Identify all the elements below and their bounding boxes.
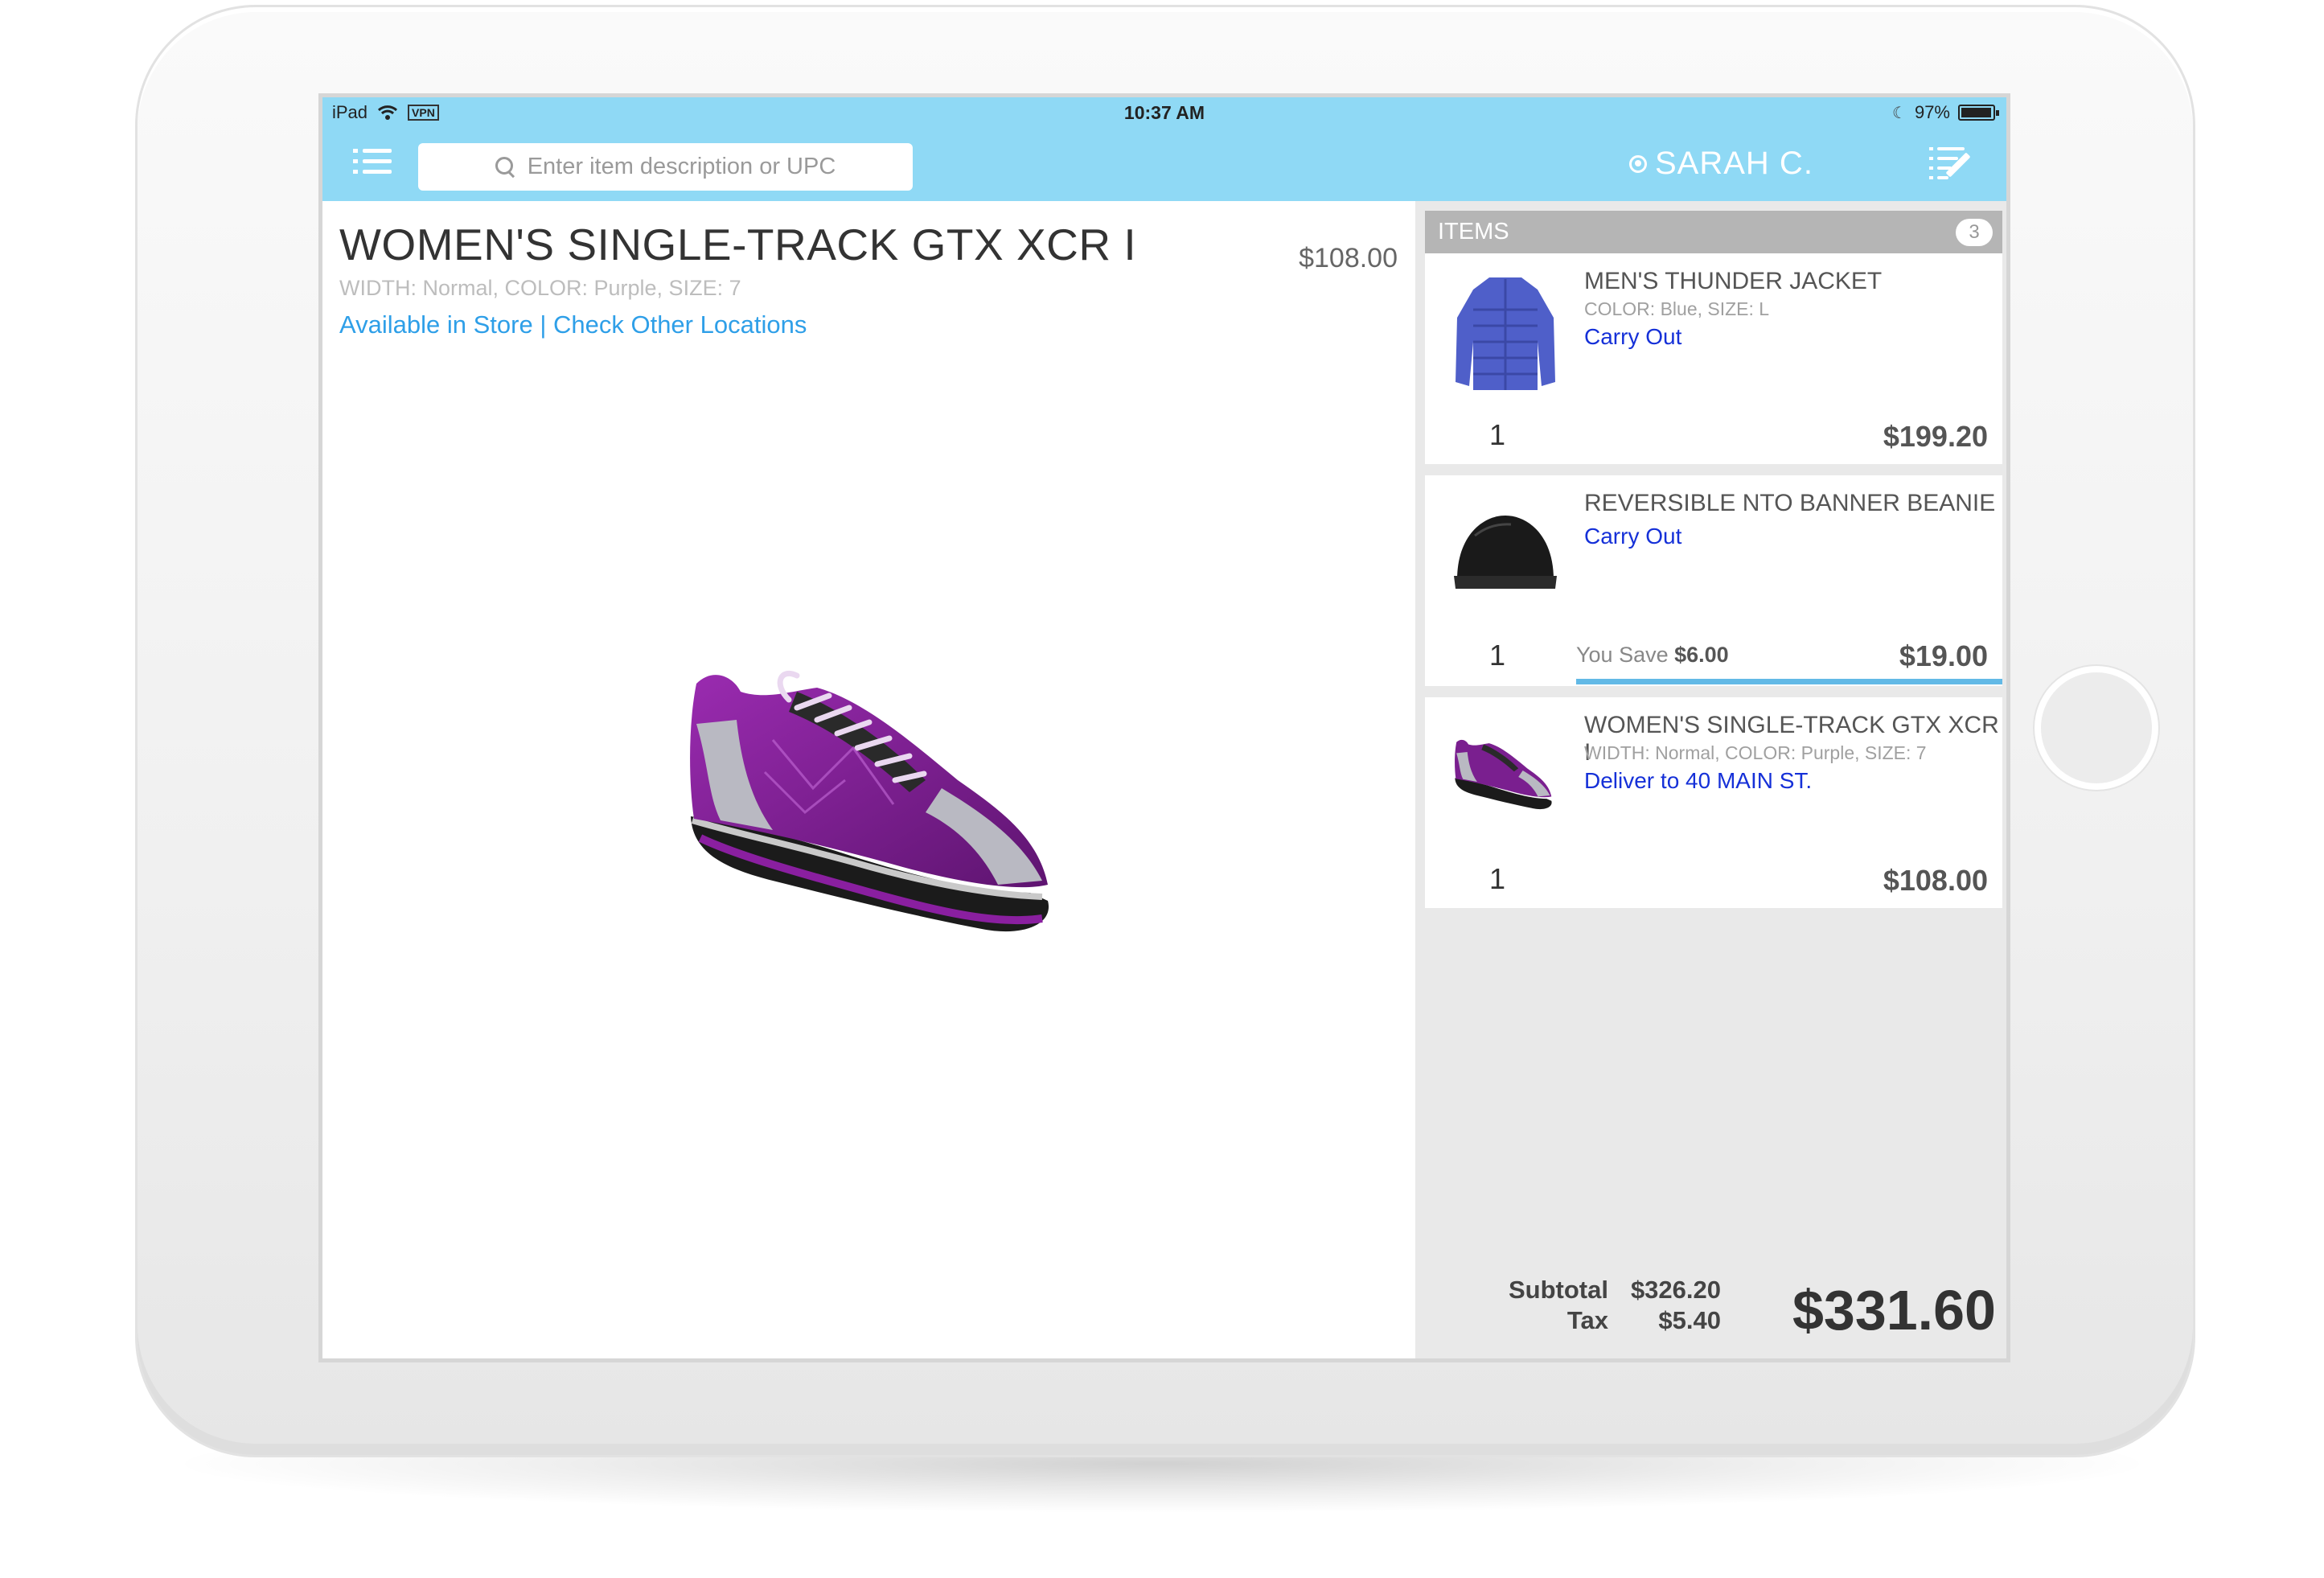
savings-label: You Save bbox=[1576, 643, 1669, 667]
status-bar: iPad VPN 10:37 AM ☾ 97% bbox=[322, 97, 2006, 126]
user-name: SARAH C. bbox=[1655, 146, 1813, 181]
cart-item-fulfillment[interactable]: Carry Out bbox=[1584, 524, 1681, 549]
menu-icon[interactable] bbox=[353, 146, 392, 178]
cart-item-qty[interactable]: 1 bbox=[1489, 418, 1505, 452]
cart-item-qty[interactable]: 1 bbox=[1489, 639, 1505, 672]
search-icon bbox=[495, 156, 516, 178]
savings-bar bbox=[1576, 679, 2002, 684]
availability-links: Available in Store | Check Other Locatio… bbox=[339, 310, 807, 339]
cart-item-price: $199.20 bbox=[1883, 420, 1988, 453]
available-in-store-link[interactable]: Available in Store bbox=[339, 310, 533, 339]
product-price: $108.00 bbox=[1299, 243, 1398, 273]
cart-header-label: ITEMS bbox=[1438, 219, 1509, 245]
cart-item[interactable]: WOMEN'S SINGLE-TRACK GTX XCR I WIDTH: No… bbox=[1425, 697, 2002, 908]
battery-fill bbox=[1961, 108, 1991, 117]
moon-icon: ☾ bbox=[1892, 104, 1907, 122]
edit-list-icon[interactable] bbox=[1929, 146, 1974, 181]
product-title: WOMEN'S SINGLE-TRACK GTX XCR I bbox=[339, 220, 1137, 269]
nav-bar: Enter item description or UPC SARAH C. bbox=[322, 126, 2006, 201]
battery-percent: 97% bbox=[1914, 102, 1950, 122]
status-right: ☾ 97% bbox=[1892, 102, 1999, 123]
tax-value: $5.40 bbox=[1658, 1306, 1721, 1334]
user-icon bbox=[1629, 154, 1647, 173]
cart-item[interactable]: MEN'S THUNDER JACKET COLOR: Blue, SIZE: … bbox=[1425, 253, 2002, 464]
product-attributes: WIDTH: Normal, COLOR: Purple, SIZE: 7 bbox=[339, 276, 741, 300]
cart-item-name: REVERSIBLE NTO BANNER BEANIE bbox=[1584, 490, 1996, 516]
cart-item-fulfillment[interactable]: Carry Out bbox=[1584, 324, 1681, 350]
jacket-icon bbox=[1456, 277, 1555, 390]
cart-item-qty[interactable]: 1 bbox=[1489, 862, 1505, 896]
product-detail: WOMEN'S SINGLE-TRACK GTX XCR I $108.00 W… bbox=[322, 201, 1415, 1358]
cart-item-name: MEN'S THUNDER JACKET bbox=[1584, 268, 1883, 294]
battery-icon bbox=[1958, 105, 1999, 121]
status-time: 10:37 AM bbox=[1123, 102, 1205, 123]
shoe-icon bbox=[1455, 739, 1552, 810]
cart-count-badge: 3 bbox=[1956, 219, 1993, 246]
cart-item-price: $108.00 bbox=[1883, 864, 1988, 897]
beanie-icon bbox=[1454, 516, 1557, 589]
link-separator: | bbox=[532, 310, 553, 339]
product-image bbox=[690, 670, 1049, 932]
cart-item-attributes: COLOR: Blue, SIZE: L bbox=[1584, 298, 1770, 319]
cart-totals: Subtotal $326.20 Tax $5.40 $331.60 bbox=[1415, 1246, 2006, 1358]
cart-item-fulfillment[interactable]: Deliver to 40 MAIN ST. bbox=[1584, 768, 1812, 794]
grand-total: $331.60 bbox=[1792, 1279, 1996, 1342]
subtotal-value: $326.20 bbox=[1630, 1276, 1721, 1304]
check-other-locations-link[interactable]: Check Other Locations bbox=[553, 310, 807, 339]
app-screen: iPad VPN 10:37 AM ☾ 97% Enter item descr bbox=[318, 93, 2010, 1362]
cart-item[interactable]: REVERSIBLE NTO BANNER BEANIE Carry Out 1… bbox=[1425, 475, 2002, 686]
search-input[interactable]: Enter item description or UPC bbox=[418, 143, 913, 191]
cart-item-price: $19.00 bbox=[1899, 639, 1988, 672]
cart-header: ITEMS 3 bbox=[1425, 211, 2002, 253]
user-account[interactable]: SARAH C. bbox=[1629, 146, 1813, 182]
cart-item-attributes: WIDTH: Normal, COLOR: Purple, SIZE: 7 bbox=[1584, 742, 1927, 763]
home-button[interactable] bbox=[2035, 666, 2158, 790]
search-placeholder: Enter item description or UPC bbox=[527, 154, 836, 179]
cart-item-savings: You Save $6.00 bbox=[1576, 643, 1729, 668]
savings-value: $6.00 bbox=[1674, 643, 1729, 667]
cart-panel: ITEMS 3 MEN'S THUNDER JACKET COLOR: Blue… bbox=[1415, 201, 2006, 1358]
